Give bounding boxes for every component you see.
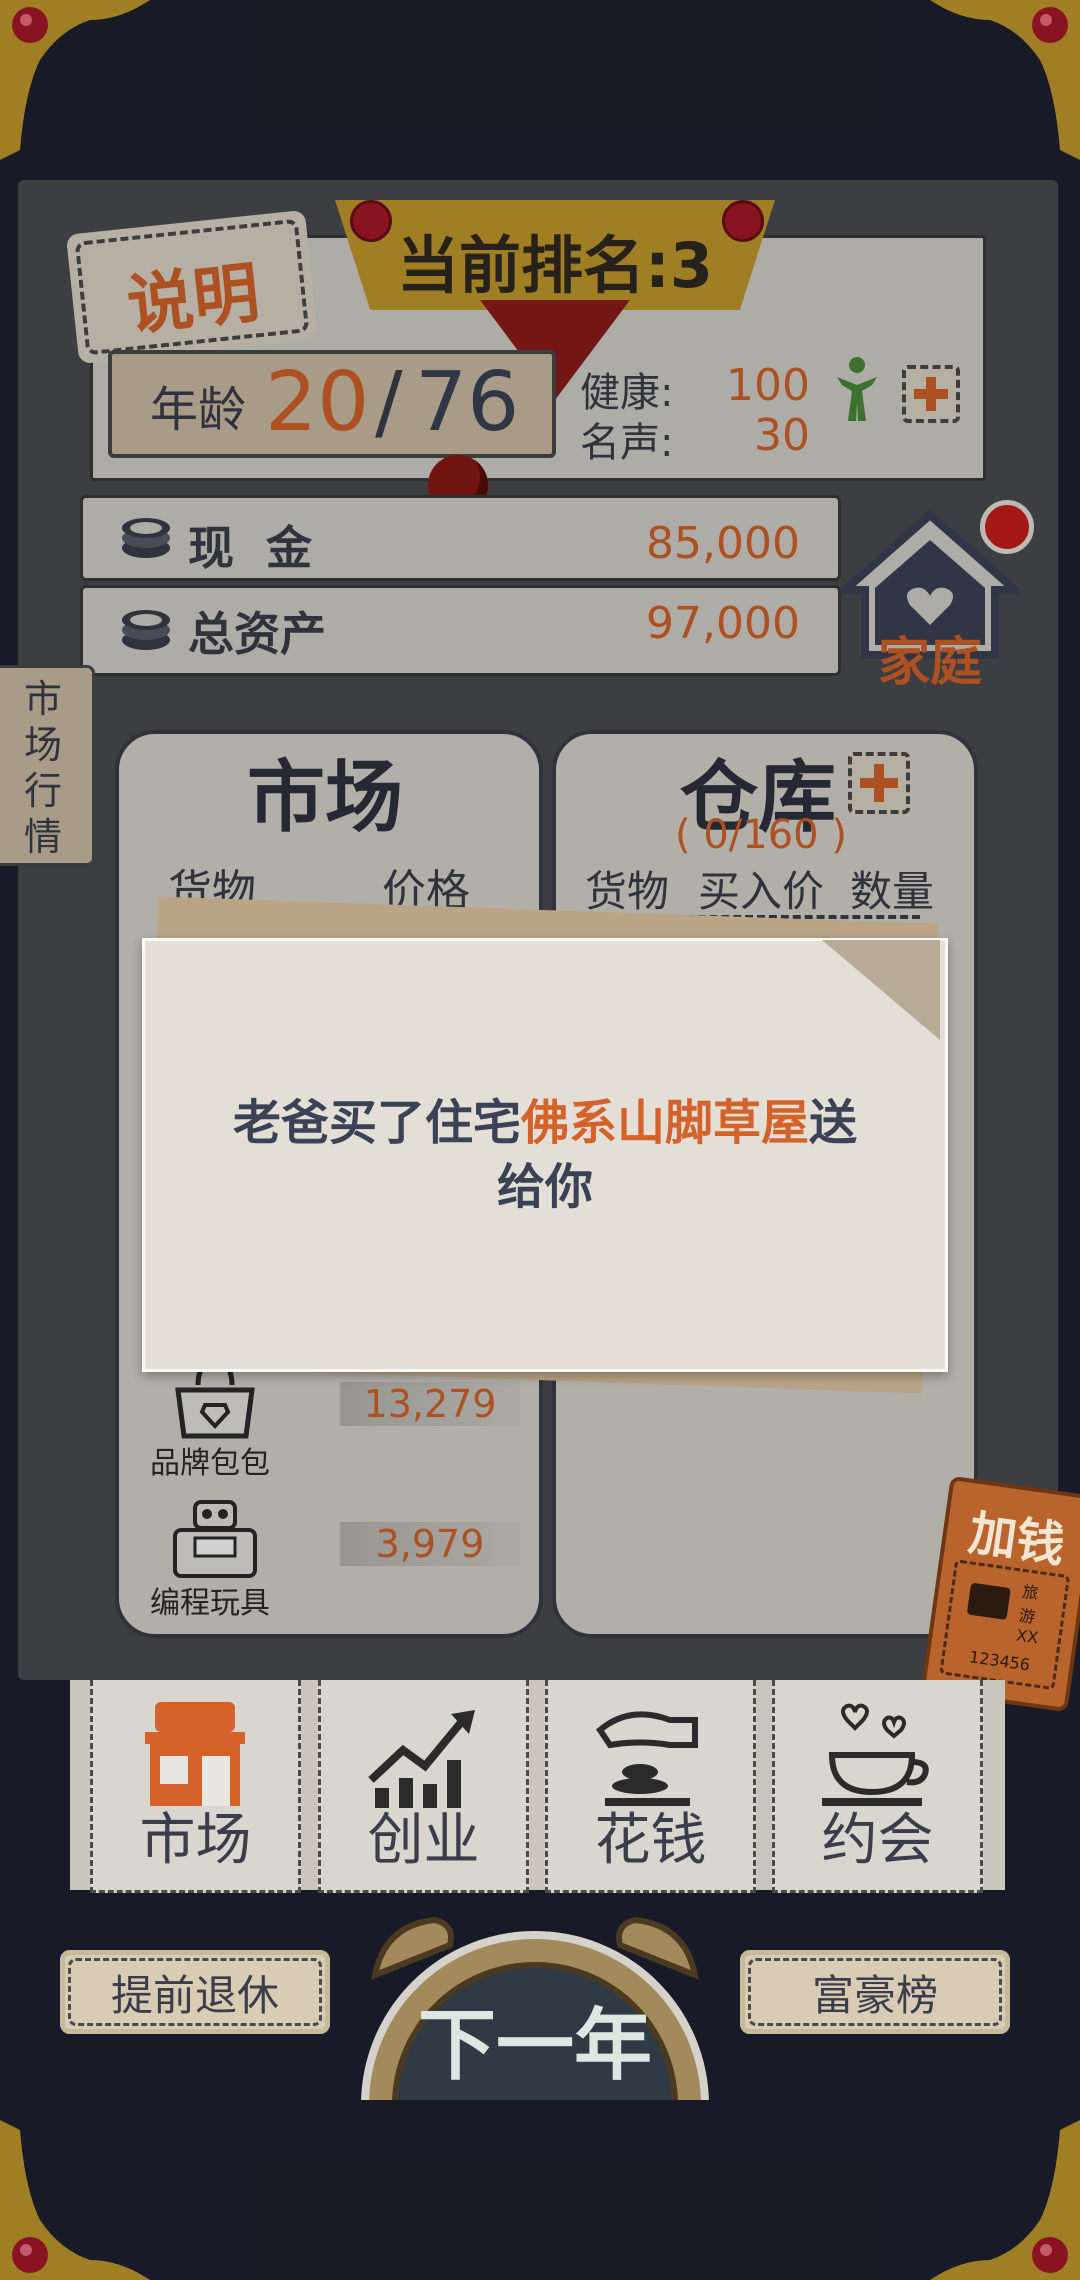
rich-list-button[interactable]: 富豪榜 (740, 1950, 1010, 2034)
dialog-highlight: 佛系山脚草屋 (520, 1095, 809, 1151)
dialog-message: 老爸买了住宅佛系山脚草屋送 给你 (185, 1091, 905, 1219)
ticket-small: 旅游XX (1015, 1581, 1040, 1648)
early-retire-button[interactable]: 提前退休 (60, 1950, 330, 2034)
tab-label: 约会 (821, 1808, 934, 1873)
ticket-body: 旅游XX 123456 (939, 1559, 1071, 1691)
tab-startup[interactable]: 创业 (318, 1680, 529, 1893)
tab-label: 创业 (367, 1808, 480, 1873)
dialog-text-after: 送 (809, 1095, 858, 1151)
tab-spend[interactable]: 花钱 (545, 1680, 756, 1893)
tab-label: 花钱 (594, 1808, 707, 1873)
ticket-code: 123456 (968, 1647, 1032, 1675)
dialog-text-line2: 给你 (496, 1159, 593, 1215)
growth-chart-icon (368, 1710, 475, 1808)
dialog-card[interactable]: 老爸买了住宅佛系山脚草屋送 给你 (142, 938, 948, 1372)
coffee-date-icon (822, 1703, 929, 1806)
dialog-text-before: 老爸买了住宅 (232, 1095, 521, 1151)
ticket-camera-icon (966, 1582, 1011, 1620)
shop-icon (145, 1702, 245, 1806)
next-year-label: 下一年 (417, 2001, 652, 2091)
tab-date[interactable]: 约会 (772, 1680, 983, 1893)
rich-list-label: 富豪榜 (811, 1970, 938, 2020)
next-year-button[interactable]: 下一年 (355, 1905, 715, 2100)
tab-label: 市场 (139, 1808, 252, 1873)
early-retire-label: 提前退休 (110, 1970, 279, 2020)
spend-hand-icon (596, 1711, 698, 1806)
tab-market[interactable]: 市场 (90, 1680, 301, 1893)
